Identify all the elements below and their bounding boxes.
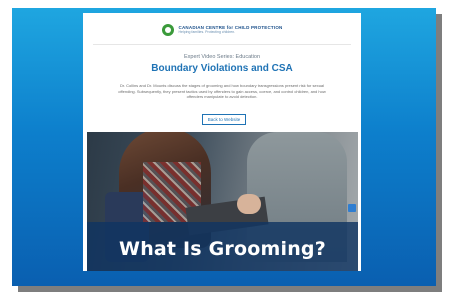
video-player[interactable]: What Is Grooming? <box>87 132 358 271</box>
video-title-overlay: What Is Grooming? <box>87 222 358 271</box>
header-divider <box>93 44 351 45</box>
page-description: Dr. Collins and Dr. Mounts discuss the s… <box>118 83 326 100</box>
video-hand <box>237 194 261 214</box>
ccp-logo-icon <box>161 24 174 36</box>
web-page: CANADIAN CENTRE for CHILD PROTECTION Hel… <box>83 13 361 271</box>
site-header: CANADIAN CENTRE for CHILD PROTECTION Hel… <box>83 19 361 41</box>
video-title: What Is Grooming? <box>119 238 326 260</box>
page-title: Boundary Violations and CSA <box>151 63 293 74</box>
back-to-website-button[interactable]: Back to Website <box>202 114 246 125</box>
captions-icon[interactable] <box>348 204 356 212</box>
series-eyebrow: Expert Video Series: Education <box>183 54 261 60</box>
logo-tagline: Helping families. Protecting children. <box>178 30 236 34</box>
logo-text: CANADIAN CENTRE for CHILD PROTECTION Hel… <box>178 25 283 35</box>
